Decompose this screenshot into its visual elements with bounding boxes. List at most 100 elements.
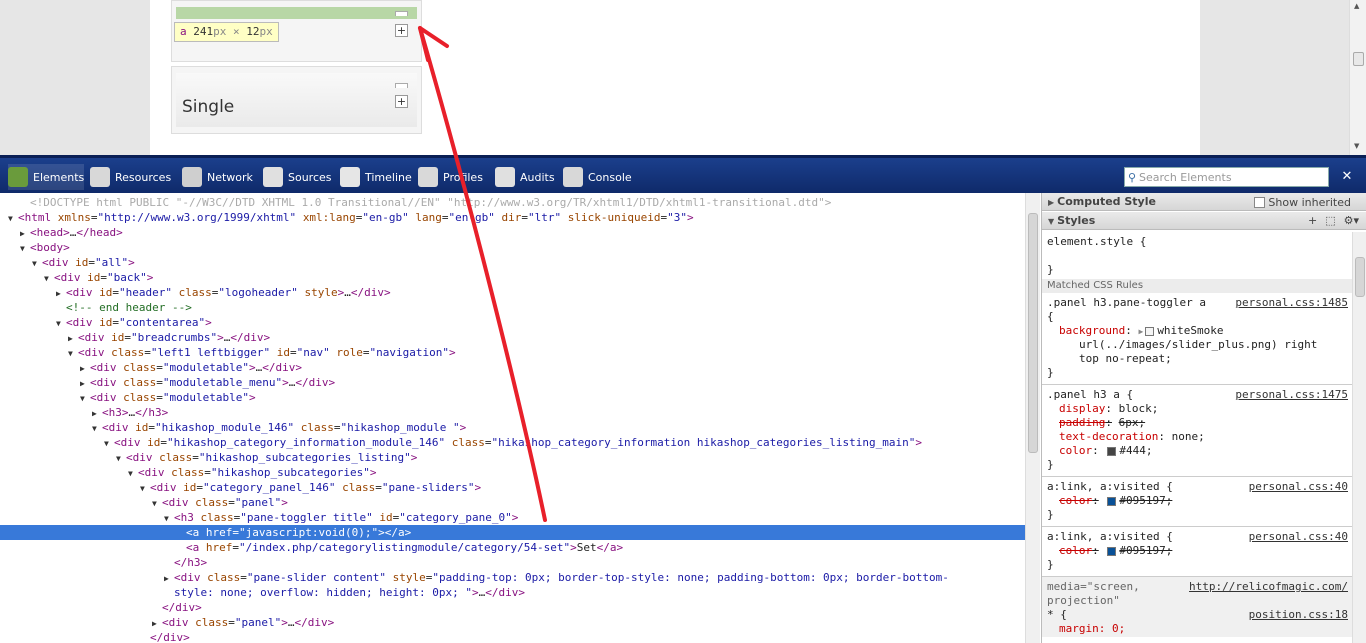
gear-icon[interactable]: ⚙▾	[1344, 212, 1359, 229]
computed-style-header[interactable]: ▶ Computed Style Show inherited	[1042, 193, 1366, 211]
style-property[interactable]: text-decoration: none;	[1059, 430, 1205, 444]
tree-node[interactable]: ▼ <html xmlns="http://www.w3.org/1999/xht…	[0, 210, 1025, 225]
tab-elements[interactable]: Elements	[8, 164, 85, 190]
style-property[interactable]: color: #095197;	[1059, 544, 1172, 558]
media-source-link[interactable]: http://relicofmagic.com/	[1189, 580, 1348, 594]
expanded-triangle-icon[interactable]: ▼	[20, 241, 30, 256]
rule-open[interactable]: {	[1047, 310, 1054, 324]
rule-source-link[interactable]: personal.css:40	[1249, 480, 1348, 494]
elements-scrollbar[interactable]	[1025, 193, 1040, 643]
expanded-triangle-icon[interactable]: ▼	[92, 421, 102, 436]
tab-network[interactable]: Network	[182, 164, 253, 190]
tab-console[interactable]: Console	[563, 164, 632, 190]
tab-sources[interactable]: Sources	[263, 164, 332, 190]
expand-plus-icon[interactable]: +	[395, 24, 408, 37]
tree-node[interactable]: ▶ <div class="moduletable">…</div>	[0, 360, 1025, 375]
scroll-down-icon[interactable]: ▼	[1354, 142, 1359, 150]
rule-source-link[interactable]: personal.css:1475	[1235, 388, 1348, 402]
elements-scroll-thumb[interactable]	[1028, 213, 1038, 453]
tree-node[interactable]: <!-- end header -->	[0, 300, 1025, 315]
element-style-rule[interactable]: element.style {	[1047, 235, 1146, 249]
expanded-triangle-icon[interactable]: ▼	[56, 316, 66, 331]
tree-node[interactable]: ▶ <div class="pane-slider content" style=…	[0, 570, 1025, 585]
tree-node[interactable]: ▶ <head>…</head>	[0, 225, 1025, 240]
expanded-triangle-icon[interactable]: ▼	[80, 391, 90, 406]
tree-node[interactable]: ▼ <div id="contentarea">	[0, 315, 1025, 330]
tree-node[interactable]: ▼ <div class="moduletable">	[0, 390, 1025, 405]
styles-scrollbar[interactable]	[1352, 232, 1366, 643]
style-property[interactable]: margin: 0;	[1059, 622, 1125, 636]
collapsed-triangle-icon[interactable]: ▶	[20, 226, 30, 241]
tree-node[interactable]: </h3>	[0, 555, 1025, 570]
style-property[interactable]: background: ▶ whiteSmoke	[1059, 324, 1224, 338]
rule-close[interactable]: }	[1047, 508, 1054, 522]
tree-node[interactable]: ▶ <div class="moduletable_menu">…</div>	[0, 375, 1025, 390]
rule-selector[interactable]: .panel h3.pane-toggler a	[1047, 296, 1206, 310]
page-scrollbar[interactable]: ▲ ▼	[1349, 0, 1366, 155]
tree-node[interactable]: ▼ <h3 class="pane-toggler title" id="cate…	[0, 510, 1025, 525]
show-inherited-toggle[interactable]: Show inherited	[1254, 194, 1351, 211]
collapsed-triangle-icon[interactable]: ▶	[68, 331, 78, 346]
tree-node[interactable]: style: none; overflow: hidden; height: 0…	[0, 585, 1025, 600]
add-rule-icon[interactable]: +	[1308, 212, 1317, 229]
media-query[interactable]: projection"	[1047, 594, 1120, 608]
tree-node[interactable]: ▼ <div id="category_panel_146" class="pan…	[0, 480, 1025, 495]
element-state-icon[interactable]: ⬚	[1325, 212, 1335, 229]
expanded-triangle-icon[interactable]: ▼	[32, 256, 42, 271]
expanded-triangle-icon[interactable]: ▼	[116, 451, 126, 466]
rule-selector[interactable]: .panel h3 a {	[1047, 388, 1133, 402]
panel-title[interactable]: Single	[182, 97, 234, 117]
tree-node[interactable]: ▼ <div id="back">	[0, 270, 1025, 285]
collapsed-triangle-icon[interactable]: ▶	[92, 406, 102, 421]
expanded-triangle-icon[interactable]: ▼	[140, 481, 150, 496]
expand-plus-icon[interactable]: +	[395, 95, 408, 108]
tree-node[interactable]: ▼ <div class="panel">	[0, 495, 1025, 510]
close-icon[interactable]: ✕	[1338, 168, 1356, 186]
expanded-triangle-icon[interactable]: ▼	[104, 436, 114, 451]
expanded-triangle-icon[interactable]: ▼	[128, 466, 138, 481]
expanded-triangle-icon[interactable]: ▼	[68, 346, 78, 361]
collapsed-triangle-icon[interactable]: ▶	[152, 616, 162, 631]
elements-tree[interactable]: <!DOCTYPE html PUBLIC "-//W3C//DTD XHTML…	[0, 193, 1025, 643]
property-continuation[interactable]: top no-repeat;	[1079, 352, 1172, 366]
rule-close[interactable]: }	[1047, 458, 1054, 472]
search-input[interactable]	[1139, 170, 1324, 184]
rule-source-link[interactable]: position.css:18	[1249, 608, 1348, 622]
selected-tree-node[interactable]: <a href="javascript:void(0);"></a>	[0, 525, 1025, 540]
page-scroll-thumb[interactable]	[1353, 52, 1364, 66]
rule-source-link[interactable]: personal.css:40	[1249, 530, 1348, 544]
tree-node[interactable]: </div>	[0, 600, 1025, 615]
tab-timeline[interactable]: Timeline	[340, 164, 412, 190]
rule-close[interactable]: }	[1047, 558, 1054, 572]
style-property[interactable]: padding: 6px;	[1059, 416, 1145, 430]
rule-selector[interactable]: * {	[1047, 608, 1067, 622]
collapsed-triangle-icon[interactable]: ▶	[80, 376, 90, 391]
search-elements-box[interactable]: ⚲	[1124, 167, 1329, 187]
tab-profiles[interactable]: Profiles	[418, 164, 483, 190]
styles-scroll-thumb[interactable]	[1355, 257, 1365, 297]
rule-source-link[interactable]: personal.css:1485	[1235, 296, 1348, 310]
tree-node[interactable]: ▼ <body>	[0, 240, 1025, 255]
tree-node[interactable]: ▶ <div id="header" class="logoheader" sty…	[0, 285, 1025, 300]
media-query[interactable]: media="screen,	[1047, 580, 1140, 594]
show-inherited-checkbox[interactable]	[1254, 197, 1266, 208]
styles-header[interactable]: ▼ Styles + ⬚ ⚙▾	[1042, 212, 1366, 230]
tree-node[interactable]: ▼ <div class="hikashop_subcategories">	[0, 465, 1025, 480]
tree-node[interactable]: </div>	[0, 630, 1025, 643]
tab-audits[interactable]: Audits	[495, 164, 555, 190]
rule-close[interactable]: }	[1047, 366, 1054, 380]
tree-node[interactable]: ▼ <div id="all">	[0, 255, 1025, 270]
collapsed-triangle-icon[interactable]: ▶	[80, 361, 90, 376]
rule-selector[interactable]: a:link, a:visited {	[1047, 480, 1173, 494]
style-property[interactable]: display: block;	[1059, 402, 1158, 416]
rule-selector[interactable]: a:link, a:visited {	[1047, 530, 1173, 544]
expanded-triangle-icon[interactable]: ▼	[152, 496, 162, 511]
expanded-triangle-icon[interactable]: ▼	[44, 271, 54, 286]
scroll-up-icon[interactable]: ▲	[1354, 2, 1359, 10]
tree-node[interactable]: ▶ <div id="breadcrumbs">…</div>	[0, 330, 1025, 345]
tree-node[interactable]: ▶ <div class="panel">…</div>	[0, 615, 1025, 630]
style-property[interactable]: color: #444;	[1059, 444, 1153, 458]
style-property[interactable]: color: #095197;	[1059, 494, 1172, 508]
tree-node[interactable]: ▼ <div class="hikashop_subcategories_list…	[0, 450, 1025, 465]
tree-node[interactable]: ▼ <div class="left1 leftbigger" id="nav" …	[0, 345, 1025, 360]
